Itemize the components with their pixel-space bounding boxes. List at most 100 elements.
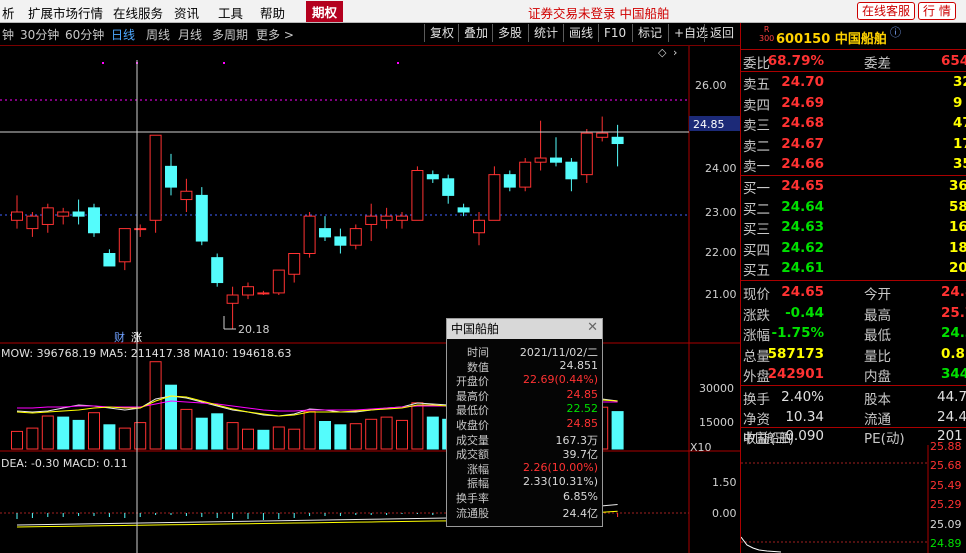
menu-item-tools[interactable]: 工具	[218, 3, 243, 22]
candle[interactable]	[426, 174, 439, 180]
close-icon[interactable]: ✕	[587, 320, 598, 335]
volume-bar[interactable]	[72, 419, 85, 450]
volume-bar[interactable]	[334, 424, 347, 450]
candle[interactable]	[180, 190, 193, 201]
candle[interactable]	[11, 211, 23, 221]
stat-row[interactable]: 现价 24.65 今开 24.8	[741, 282, 966, 303]
candle[interactable]	[165, 165, 177, 188]
quote-button[interactable]: 行 情	[918, 2, 956, 20]
candle[interactable]	[334, 236, 347, 246]
volume-bar[interactable]	[365, 418, 378, 450]
draw-line-button[interactable]: 画线	[563, 24, 593, 42]
candle[interactable]	[41, 207, 54, 225]
period-30min[interactable]: 30分钟	[20, 26, 59, 43]
volume-bar[interactable]	[165, 384, 177, 450]
candle[interactable]	[565, 161, 578, 180]
volume-bar[interactable]	[242, 428, 254, 450]
volume-bar[interactable]	[396, 419, 408, 450]
volume-bar[interactable]	[411, 402, 424, 450]
volume-bar[interactable]	[88, 412, 100, 450]
volume-bar[interactable]	[349, 423, 362, 450]
weibi-row[interactable]: 委比 68.79% 委差 654	[741, 51, 966, 72]
customer-service-button[interactable]: 在线客服	[857, 2, 916, 20]
ask-row[interactable]: 卖五 24.70 32	[741, 72, 966, 93]
candle[interactable]	[380, 215, 393, 221]
chevron-right-icon[interactable]: ›	[673, 46, 677, 59]
volume-bar[interactable]	[319, 421, 331, 450]
finance-marker[interactable]: 财	[114, 330, 125, 344]
period-monthly[interactable]: 月线	[178, 26, 202, 43]
period-60min[interactable]: 60分钟	[65, 26, 104, 43]
bid-row[interactable]: 买三 24.63 160	[741, 217, 966, 238]
candle[interactable]	[211, 257, 224, 284]
mark-button[interactable]: 标记	[632, 24, 662, 42]
period-multi[interactable]: 多周期	[212, 26, 248, 43]
volume-bar[interactable]	[288, 428, 301, 450]
volume-bar[interactable]	[26, 427, 39, 450]
bid-row[interactable]: 买四 24.62 18	[741, 238, 966, 259]
ask-row[interactable]: 卖三 24.68 47	[741, 113, 966, 134]
candle[interactable]	[396, 215, 408, 221]
candle[interactable]	[303, 215, 316, 254]
candle[interactable]	[596, 132, 609, 138]
candle[interactable]	[611, 136, 624, 145]
bid-row[interactable]: 买二 24.64 58	[741, 197, 966, 218]
candle[interactable]	[57, 211, 70, 217]
candle[interactable]	[550, 157, 562, 163]
back-button[interactable]: 返回	[704, 24, 734, 42]
candle[interactable]	[195, 194, 208, 242]
menu-item-news[interactable]: 资讯	[174, 3, 199, 22]
statistics-button[interactable]: 统计	[528, 24, 558, 42]
candle[interactable]	[134, 228, 147, 231]
stock-code-name[interactable]: 600150 中国船舶	[776, 28, 887, 47]
volume-bar[interactable]	[103, 424, 116, 450]
volume-bar[interactable]	[195, 417, 208, 450]
volume-bar[interactable]	[211, 413, 224, 450]
candle[interactable]	[272, 269, 285, 294]
volume-bar[interactable]	[118, 427, 131, 450]
candle[interactable]	[26, 215, 39, 230]
fin-row[interactable]: 换手 2.40% 股本 44.7	[741, 387, 966, 408]
volume-bar[interactable]	[272, 426, 285, 450]
stat-row[interactable]: 外盘242901 内盘 344272	[741, 364, 966, 385]
volume-bar[interactable]	[41, 415, 54, 450]
candle[interactable]	[257, 292, 270, 295]
stat-row[interactable]: 涨幅-1.75% 最低 24.3	[741, 323, 966, 344]
candle[interactable]	[103, 253, 116, 267]
volume-bar[interactable]	[257, 429, 270, 450]
candle[interactable]	[457, 207, 470, 213]
volume-bar[interactable]	[134, 422, 147, 450]
candle[interactable]	[473, 219, 485, 234]
candle[interactable]	[580, 132, 593, 176]
mini-chart[interactable]: 中国船舶 25.88 25.68 25.49 25.29 25.09 24.89	[741, 427, 966, 553]
volume-bar[interactable]	[226, 422, 239, 450]
candle[interactable]	[118, 228, 131, 263]
candle[interactable]	[72, 211, 85, 217]
info-icon[interactable]: ⓘ	[890, 24, 901, 40]
volume-bar[interactable]	[149, 361, 162, 450]
kline-chart[interactable]: 24.85 26.00 24.00 23.00 22.00 21.00 20.1…	[0, 46, 740, 553]
volume-bar[interactable]	[380, 416, 393, 450]
add-favorite-button[interactable]: +自选	[668, 24, 708, 42]
candle[interactable]	[534, 157, 547, 163]
stat-row[interactable]: 涨跌 -0.44 最高 25.7	[741, 303, 966, 324]
candle[interactable]	[488, 174, 501, 221]
overlay-button[interactable]: 叠加	[458, 24, 488, 42]
restore-rights-button[interactable]: 复权	[424, 24, 454, 42]
diamond-icon[interactable]: ◇	[658, 46, 667, 59]
candle[interactable]	[149, 134, 162, 221]
candle[interactable]	[365, 215, 378, 225]
bid-row[interactable]: 买五 24.61 202	[741, 258, 966, 279]
candle[interactable]	[349, 228, 362, 246]
candle[interactable]	[288, 253, 301, 275]
candle[interactable]	[503, 174, 516, 188]
menu-item-analysis[interactable]: 析	[2, 3, 15, 22]
period-minute[interactable]: 钟	[2, 26, 14, 43]
candle[interactable]	[319, 228, 331, 238]
volume-bar[interactable]	[611, 411, 624, 450]
fin-row[interactable]: 净资 10.34 流通 24.4	[741, 407, 966, 428]
f10-button[interactable]: F10	[598, 24, 626, 42]
period-daily[interactable]: 日线	[111, 26, 135, 43]
candle[interactable]	[226, 294, 239, 304]
ask-row[interactable]: 卖四 24.69 9	[741, 93, 966, 114]
